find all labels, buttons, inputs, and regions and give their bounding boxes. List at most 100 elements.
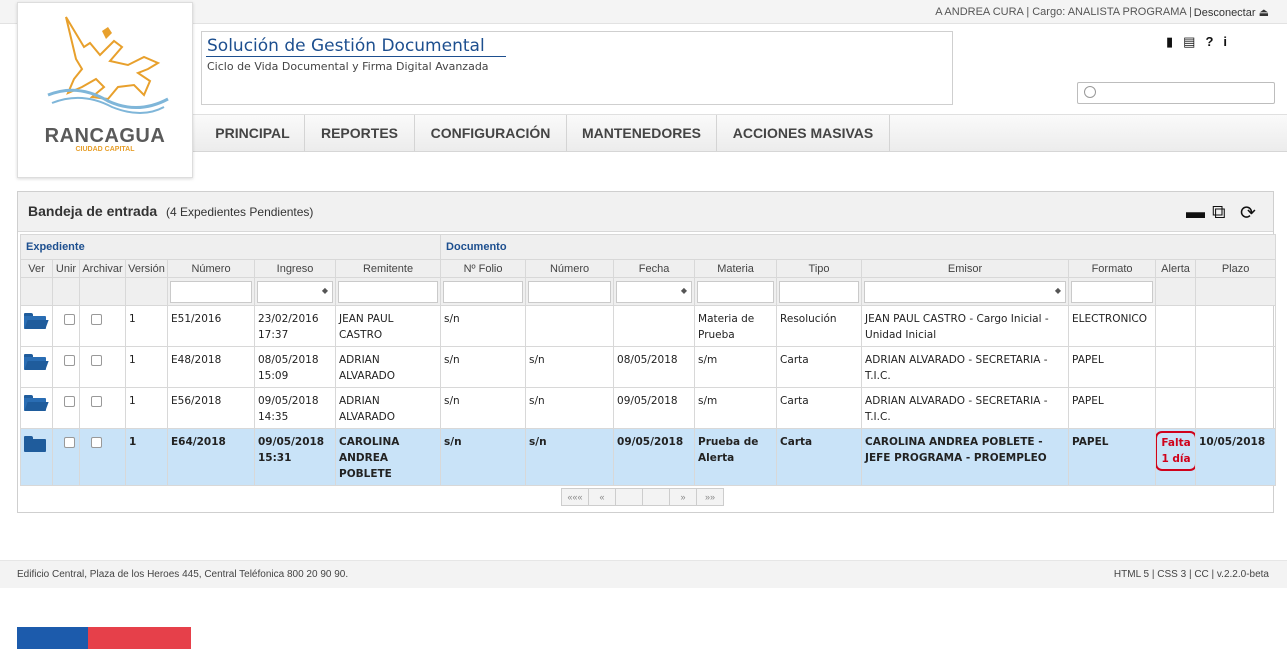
cell-materia: s/m [694,387,778,429]
pagination: ««« « » »» [561,488,724,506]
footer: Edificio Central, Plaza de los Heroes 44… [0,560,1287,588]
page-slot [642,488,670,506]
logo[interactable]: RANCAGUA CIUDAD CAPITAL [17,2,193,178]
news-icon[interactable]: ▤ [1183,34,1195,50]
top-bar: A ANDREA CURA | Cargo: ANALISTA PROGRAMA… [0,0,1287,24]
filter-numero[interactable] [170,280,252,303]
prev-page-button[interactable]: « [588,488,616,506]
table-row[interactable]: 1 E51/2016 23/02/2016 17:37 JEAN PAUL CASTR… [20,305,1277,347]
unir-checkbox[interactable] [64,437,75,448]
cell-folio: s/n [440,346,527,388]
first-page-button[interactable]: ««« [561,488,589,506]
cell-ingreso: 23/02/2016 17:37 [254,305,336,347]
cell-tipo: Carta [776,428,863,486]
cell-numero: E48/2018 [167,346,255,388]
cell-numero: E51/2016 [167,305,255,347]
panel-title: Bandeja de entrada [28,203,158,219]
folder-icon[interactable] [24,436,47,452]
nav-principal[interactable]: PRINCIPAL [201,115,305,151]
cell-numero: E64/2018 [167,428,255,486]
cell-folio: s/n [440,305,527,347]
nav-acciones-masivas[interactable]: ACCIONES MASIVAS [717,115,890,151]
cell-formato: PAPEL [1068,428,1157,486]
cell-alerta [1155,387,1197,429]
sort-icon: ◆ [321,285,328,295]
filter-materia[interactable] [697,280,775,303]
cell-alerta [1155,346,1197,388]
archivar-checkbox[interactable] [91,396,102,407]
book-icon[interactable]: ▮ [1166,34,1173,50]
unir-checkbox[interactable] [64,314,75,325]
cell-fecha: 09/05/2018 [613,428,696,486]
column-header: Nº Folio [440,259,527,278]
filter-folio[interactable] [443,280,524,303]
filter-tipo[interactable] [779,280,860,303]
header-title-box: Solución de Gestión Documental Ciclo de … [201,31,953,105]
column-header: Alerta [1155,259,1197,278]
copy-icon[interactable]: ⧉ [1212,202,1226,224]
column-header: Ver [20,259,53,278]
app-subtitle: Ciclo de Vida Documental y Firma Digital… [207,60,489,73]
folder-open-icon[interactable] [24,313,49,329]
ver-cell [20,305,53,347]
filter-remitente[interactable] [338,280,439,303]
folder-open-icon[interactable] [24,395,49,411]
archive-icon[interactable]: ▬ [1186,202,1205,224]
pending-count: (4 Expedientes Pendientes) [166,205,314,219]
filter-doc-numero[interactable] [528,280,612,303]
cell-folio: s/n [440,428,527,486]
cell-plazo [1195,387,1277,429]
archivar-checkbox[interactable] [91,314,102,325]
cell-fecha: 09/05/2018 [613,387,696,429]
cell-ingreso: 09/05/2018 15:31 [254,428,336,486]
cell-version: 1 [125,387,168,429]
flag-stripe-red [88,627,191,649]
table-row[interactable]: 1 E64/2018 09/05/2018 15:31 CAROLINA ANDREA… [20,428,1277,486]
info-icon[interactable]: i [1223,34,1227,50]
footer-address: Edificio Central, Plaza de los Heroes 44… [17,569,349,580]
column-header: Fecha [613,259,696,278]
nav-reportes[interactable]: REPORTES [305,115,415,151]
archivar-checkbox[interactable] [91,437,102,448]
unir-checkbox[interactable] [64,396,75,407]
cell-remitente: ADRIAN ALVARADO [334,387,442,429]
nav-configuracion[interactable]: CONFIGURACIÓN [415,115,567,151]
table-row[interactable]: 1 E48/2018 08/05/2018 15:09 ADRIAN ALVARADO… [20,346,1277,388]
search-box [1077,82,1275,104]
cell-formato: PAPEL [1068,346,1157,388]
cell-remitente: JEAN PAUL CASTRO [334,305,442,347]
header-tools: ▮ ▤ ? i [1166,34,1227,50]
filter-emisor[interactable]: ◆ [864,280,1067,303]
archivar-cell [79,387,126,429]
cell-alerta: Falta 1 día [1155,428,1197,486]
next-page-button[interactable]: » [669,488,697,506]
ver-cell [20,428,53,486]
folder-open-icon[interactable] [24,354,49,370]
inbox-panel: Bandeja de entrada (4 Expedientes Pendie… [17,191,1277,513]
cell-emisor: JEAN PAUL CASTRO - Cargo Inicial - Unida… [861,305,1070,347]
cell-fecha [613,305,696,347]
help-icon[interactable]: ? [1205,34,1213,50]
logo-city: RANCAGUA [44,125,166,147]
archivar-checkbox[interactable] [91,355,102,366]
search-input[interactable] [1100,85,1270,101]
cell-plazo: 10/05/2018 [1195,428,1277,486]
archivar-cell [79,346,126,388]
unir-checkbox[interactable] [64,355,75,366]
cell-fecha: 08/05/2018 [613,346,696,388]
filter-ingreso[interactable]: ◆ [257,280,333,303]
logout-link[interactable]: Desconectar ⏏ [1194,6,1269,19]
logout-icon: ⏏ [1258,7,1269,19]
filter-fecha[interactable]: ◆ [616,280,693,303]
title-underline [206,56,506,57]
column-header: Unir [52,259,80,278]
sort-icon: ◆ [1054,285,1062,295]
column-header: Remitente [334,259,442,278]
footer-version: HTML 5 | CSS 3 | CC | v.2.2.0-beta [1113,569,1269,580]
nav-mantenedores[interactable]: MANTENEDORES [567,115,717,151]
cell-alerta [1155,305,1197,347]
table-row[interactable]: 1 E56/2018 09/05/2018 14:35 ADRIAN ALVARADO… [20,387,1277,429]
refresh-icon[interactable]: ⟳ [1240,202,1256,225]
last-page-button[interactable]: »» [696,488,724,506]
filter-formato[interactable] [1071,280,1154,303]
